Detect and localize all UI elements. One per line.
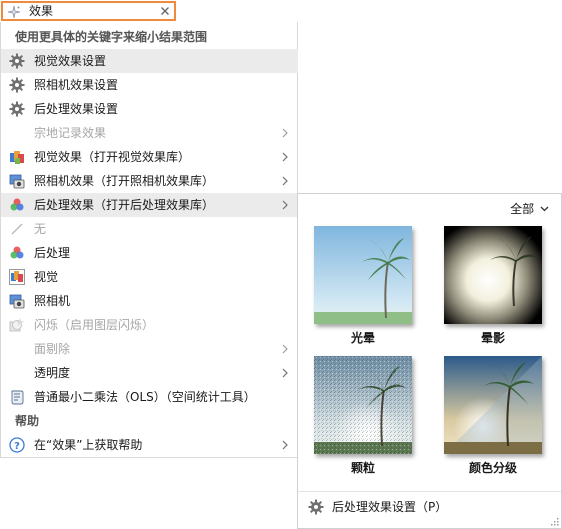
menu-item-visual[interactable]: 视觉 xyxy=(1,265,298,289)
thumb-label: 颗粒 xyxy=(350,461,375,475)
chevron-down-icon xyxy=(540,206,549,211)
menu-item-label: 后处理 xyxy=(34,246,71,260)
filter-dropdown[interactable]: 全部 xyxy=(510,200,549,217)
filter-label: 全部 xyxy=(510,202,535,216)
svg-text:?: ? xyxy=(14,441,20,452)
camera-effects-library-icon xyxy=(9,174,25,189)
post-processing-library-icon xyxy=(10,198,24,211)
thumb-bloom[interactable] xyxy=(314,226,412,324)
refine-hint-header: 使用更具体的关键字来缩小结果范围 xyxy=(15,30,208,44)
menu-item-label: 照相机效果（打开照相机效果库） xyxy=(34,174,215,188)
help-header: 帮助 xyxy=(15,414,40,428)
script-tool-icon xyxy=(11,390,24,405)
menu-item-camera[interactable]: 照相机 xyxy=(1,289,298,313)
gear-icon xyxy=(9,77,25,93)
post-processing-gallery: 全部 光晕 晕影 颗粒 颜色分级 后处理效果设置（P） xyxy=(297,193,562,529)
flicker-icon xyxy=(9,318,24,332)
post-processing-settings-button[interactable]: 后处理效果设置（P） xyxy=(306,496,546,518)
chevron-right-icon xyxy=(282,128,288,138)
visual-icon xyxy=(9,269,25,285)
chevron-right-icon xyxy=(282,200,288,210)
search-box[interactable]: 效果 xyxy=(1,1,176,21)
menu-item-parcel-record-effects[interactable]: 宗地记录效果 xyxy=(1,121,298,145)
menu-item-label: 宗地记录效果 xyxy=(34,126,107,140)
none-icon xyxy=(11,223,23,235)
footer-label: 后处理效果设置（P） xyxy=(332,500,448,514)
menu-item-label: 普通最小二乘法（OLS）（空间统计工具） xyxy=(34,390,256,404)
thumb-vignette[interactable] xyxy=(444,226,542,324)
divider xyxy=(298,491,561,492)
thumb-color-grading[interactable] xyxy=(444,356,542,454)
menu-item-label: 照相机 xyxy=(34,294,71,308)
menu-item-ols-tool[interactable]: 普通最小二乘法（OLS）（空间统计工具） xyxy=(1,385,298,409)
close-icon[interactable] xyxy=(159,5,171,17)
color-grading-preview-image xyxy=(444,356,542,454)
menu-item-label: 照相机效果设置 xyxy=(34,78,119,92)
search-input[interactable]: 效果 xyxy=(29,4,53,19)
menu-item-label: 视觉效果（打开视觉效果库） xyxy=(34,150,191,164)
visual-effects-library-icon xyxy=(10,151,24,164)
menu-item-get-help[interactable]: ? 在“效果”上获取帮助 xyxy=(1,433,298,457)
post-processing-icon xyxy=(10,246,24,259)
resize-grip-icon[interactable] xyxy=(549,516,559,526)
help-icon: ? xyxy=(9,437,25,453)
menu-item-camera-effects-library[interactable]: 照相机效果（打开照相机效果库） xyxy=(1,169,298,193)
menu-item-label: 透明度 xyxy=(34,366,71,380)
menu-item-camera-effects-settings[interactable]: 照相机效果设置 xyxy=(1,73,298,97)
menu-item-label: 在“效果”上获取帮助 xyxy=(34,438,143,452)
camera-icon xyxy=(9,294,25,309)
menu-item-flicker[interactable]: 闪烁（启用图层闪烁） xyxy=(1,313,298,337)
menu-item-none[interactable]: 无 xyxy=(1,217,298,241)
chevron-right-icon xyxy=(282,344,288,354)
gear-icon xyxy=(9,53,25,69)
thumb-grain[interactable] xyxy=(314,356,412,454)
menu-item-label: 面剔除 xyxy=(34,342,71,356)
bloom-preview-image xyxy=(314,226,412,324)
chevron-right-icon xyxy=(282,440,288,450)
chevron-right-icon xyxy=(282,176,288,186)
vignette-preview-image xyxy=(444,226,542,324)
sparkle-icon xyxy=(7,5,21,19)
gear-icon xyxy=(308,499,324,515)
thumb-label: 晕影 xyxy=(480,331,505,345)
gear-icon xyxy=(9,101,25,117)
menu-item-visual-effects-settings[interactable]: 视觉效果设置 xyxy=(1,49,298,73)
thumb-label: 光晕 xyxy=(350,331,375,345)
menu-item-label: 视觉效果设置 xyxy=(34,54,107,68)
menu-item-post-processing[interactable]: 后处理 xyxy=(1,241,298,265)
menu-item-post-processing-library[interactable]: 后处理效果（打开后处理效果库） xyxy=(1,193,298,217)
menu-item-post-processing-settings[interactable]: 后处理效果设置 xyxy=(1,97,298,121)
chevron-right-icon xyxy=(282,152,288,162)
chevron-right-icon xyxy=(282,368,288,378)
menu-item-label: 闪烁（启用图层闪烁） xyxy=(34,318,155,332)
menu-item-label: 后处理效果（打开后处理效果库） xyxy=(34,198,215,212)
thumb-label: 颜色分级 xyxy=(468,461,517,475)
results-menu: 使用更具体的关键字来缩小结果范围 视觉效果设置 照相机效果设置 后处理效果设置 … xyxy=(0,22,298,458)
menu-item-face-culling[interactable]: 面剔除 xyxy=(1,337,298,361)
menu-item-label: 后处理效果设置 xyxy=(34,102,119,116)
grain-preview-image xyxy=(314,356,412,454)
menu-item-label: 无 xyxy=(34,222,47,236)
menu-item-transparency[interactable]: 透明度 xyxy=(1,361,298,385)
menu-item-label: 视觉 xyxy=(34,270,59,284)
menu-item-visual-effects-library[interactable]: 视觉效果（打开视觉效果库） xyxy=(1,145,298,169)
